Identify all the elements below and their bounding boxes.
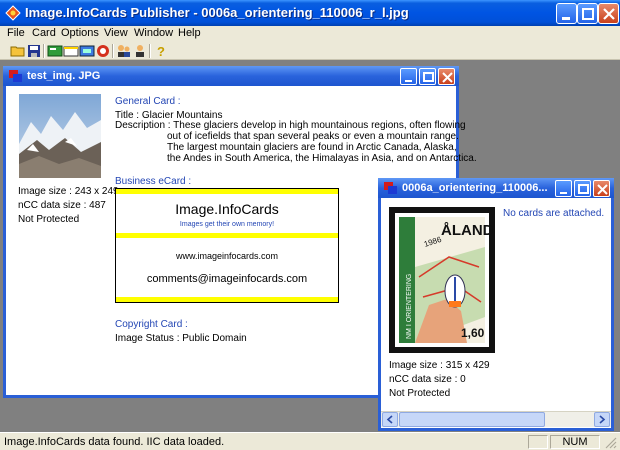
child-title: test_img. JPG: [27, 70, 101, 82]
app-icon: [5, 5, 21, 21]
chevron-left-icon: [386, 415, 393, 424]
save-disk-icon[interactable]: [26, 43, 42, 59]
child-maximize-button[interactable]: [574, 180, 591, 197]
menu-options[interactable]: Options: [61, 27, 99, 39]
toolbar-separator: [149, 44, 151, 58]
scroll-right-button[interactable]: [594, 412, 610, 427]
status-bar: Image.InfoCards data found. IIC data loa…: [0, 432, 620, 450]
close-icon: [603, 8, 615, 20]
child-minimize-button[interactable]: [555, 180, 572, 197]
biz-tagline: Images get their own memory!: [179, 221, 275, 228]
image-size-label: Image size : 315 x 429: [389, 360, 490, 371]
image-size-label: Image size : 243 x 249: [18, 186, 119, 197]
open-folder-icon[interactable]: [10, 43, 26, 59]
child-title: 0006a_orientering_110006...: [402, 182, 548, 194]
status-panel-empty: [528, 435, 548, 449]
child-title-bar[interactable]: 0006a_orientering_110006...: [378, 178, 614, 198]
stamp-country: ÅLAND: [441, 222, 494, 239]
stamp-value: 1,60: [461, 326, 485, 340]
maximize-button[interactable]: [577, 3, 598, 24]
card-copyright-icon[interactable]: [95, 43, 111, 59]
user-icon[interactable]: [132, 43, 148, 59]
horizontal-scrollbar[interactable]: [381, 411, 611, 427]
scroll-left-button[interactable]: [382, 412, 398, 427]
child-close-button[interactable]: [438, 68, 455, 85]
business-ecard: Image.InfoCards Images get their own mem…: [115, 188, 339, 303]
ncc-size-label: nCC data size : 487: [18, 200, 106, 211]
minimize-icon: [560, 192, 567, 194]
card-general-icon[interactable]: [47, 43, 63, 59]
biz-name: Image.InfoCards: [175, 201, 279, 217]
menu-bar: File Card Options View Window Help: [0, 26, 620, 42]
biz-top-band: [116, 189, 338, 194]
biz-bottom-band: [116, 297, 338, 302]
glacier-thumbnail: [19, 94, 101, 178]
biz-url: www.imageinfocards.com: [175, 251, 279, 261]
card-image-icon[interactable]: [79, 43, 95, 59]
help-icon[interactable]: ?: [153, 43, 169, 59]
scroll-thumb[interactable]: [399, 412, 545, 427]
menu-help[interactable]: Help: [178, 27, 201, 39]
child-close-button[interactable]: [593, 180, 610, 197]
minimize-icon: [405, 80, 412, 82]
users-icon[interactable]: [116, 43, 132, 59]
menu-file[interactable]: File: [7, 27, 25, 39]
maximize-icon: [423, 72, 434, 82]
maximize-icon: [582, 8, 594, 20]
description-line-1: Description : These glaciers develop in …: [115, 120, 466, 131]
resize-grip-icon[interactable]: [604, 436, 617, 449]
biz-email[interactable]: comments@imageinfocards.com: [116, 273, 338, 285]
card-business-icon[interactable]: [63, 43, 79, 59]
stamp-thumbnail: ÅLAND 1986 NM I ORIENTERING 1,60: [389, 207, 495, 353]
ncc-size-label: nCC data size : 0: [389, 374, 466, 385]
description-line-2: out of icefields that span several peaks…: [167, 131, 459, 142]
close-button[interactable]: [598, 3, 619, 24]
menu-card[interactable]: Card: [32, 27, 56, 39]
status-message: Image.InfoCards data found. IIC data loa…: [4, 436, 225, 448]
num-lock-indicator: NUM: [550, 435, 600, 449]
biz-mid-band: [116, 233, 338, 238]
minimize-button[interactable]: [556, 3, 577, 24]
stamp-text: NM I ORIENTERING: [406, 274, 413, 339]
business-card-heading: Business eCard :: [115, 176, 192, 187]
child-maximize-button[interactable]: [419, 68, 436, 85]
minimize-icon: [562, 17, 570, 20]
document-icon: [384, 182, 397, 194]
protection-label: Not Protected: [18, 214, 80, 225]
protection-label: Not Protected: [389, 388, 451, 399]
toolbar-separator: [112, 44, 114, 58]
child-title-bar[interactable]: test_img. JPG: [3, 66, 459, 86]
no-cards-message: No cards are attached.: [503, 208, 605, 219]
general-card-heading: General Card :: [115, 96, 181, 107]
toolbar: ?: [0, 42, 620, 60]
window-title: Image.InfoCards Publisher - 0006a_orient…: [25, 5, 409, 20]
toolbar-separator: [43, 44, 45, 58]
menu-window[interactable]: Window: [134, 27, 173, 39]
image-window-orientering: 0006a_orientering_110006... ÅLAND 1986 N…: [378, 178, 614, 431]
chevron-right-icon: [599, 415, 606, 424]
close-icon: [597, 184, 608, 195]
main-title-bar[interactable]: Image.InfoCards Publisher - 0006a_orient…: [0, 0, 620, 26]
description-line-4: the Andes in South America, the Himalaya…: [167, 153, 477, 164]
image-status-text: Image Status : Public Domain: [115, 333, 247, 344]
maximize-icon: [578, 184, 589, 194]
menu-view[interactable]: View: [104, 27, 128, 39]
svg-text:?: ?: [157, 44, 165, 59]
copyright-card-heading: Copyright Card :: [115, 319, 188, 330]
document-icon: [9, 70, 22, 82]
child-minimize-button[interactable]: [400, 68, 417, 85]
close-icon: [442, 72, 453, 83]
description-line-3: The largest mountain glaciers are found …: [167, 142, 457, 153]
